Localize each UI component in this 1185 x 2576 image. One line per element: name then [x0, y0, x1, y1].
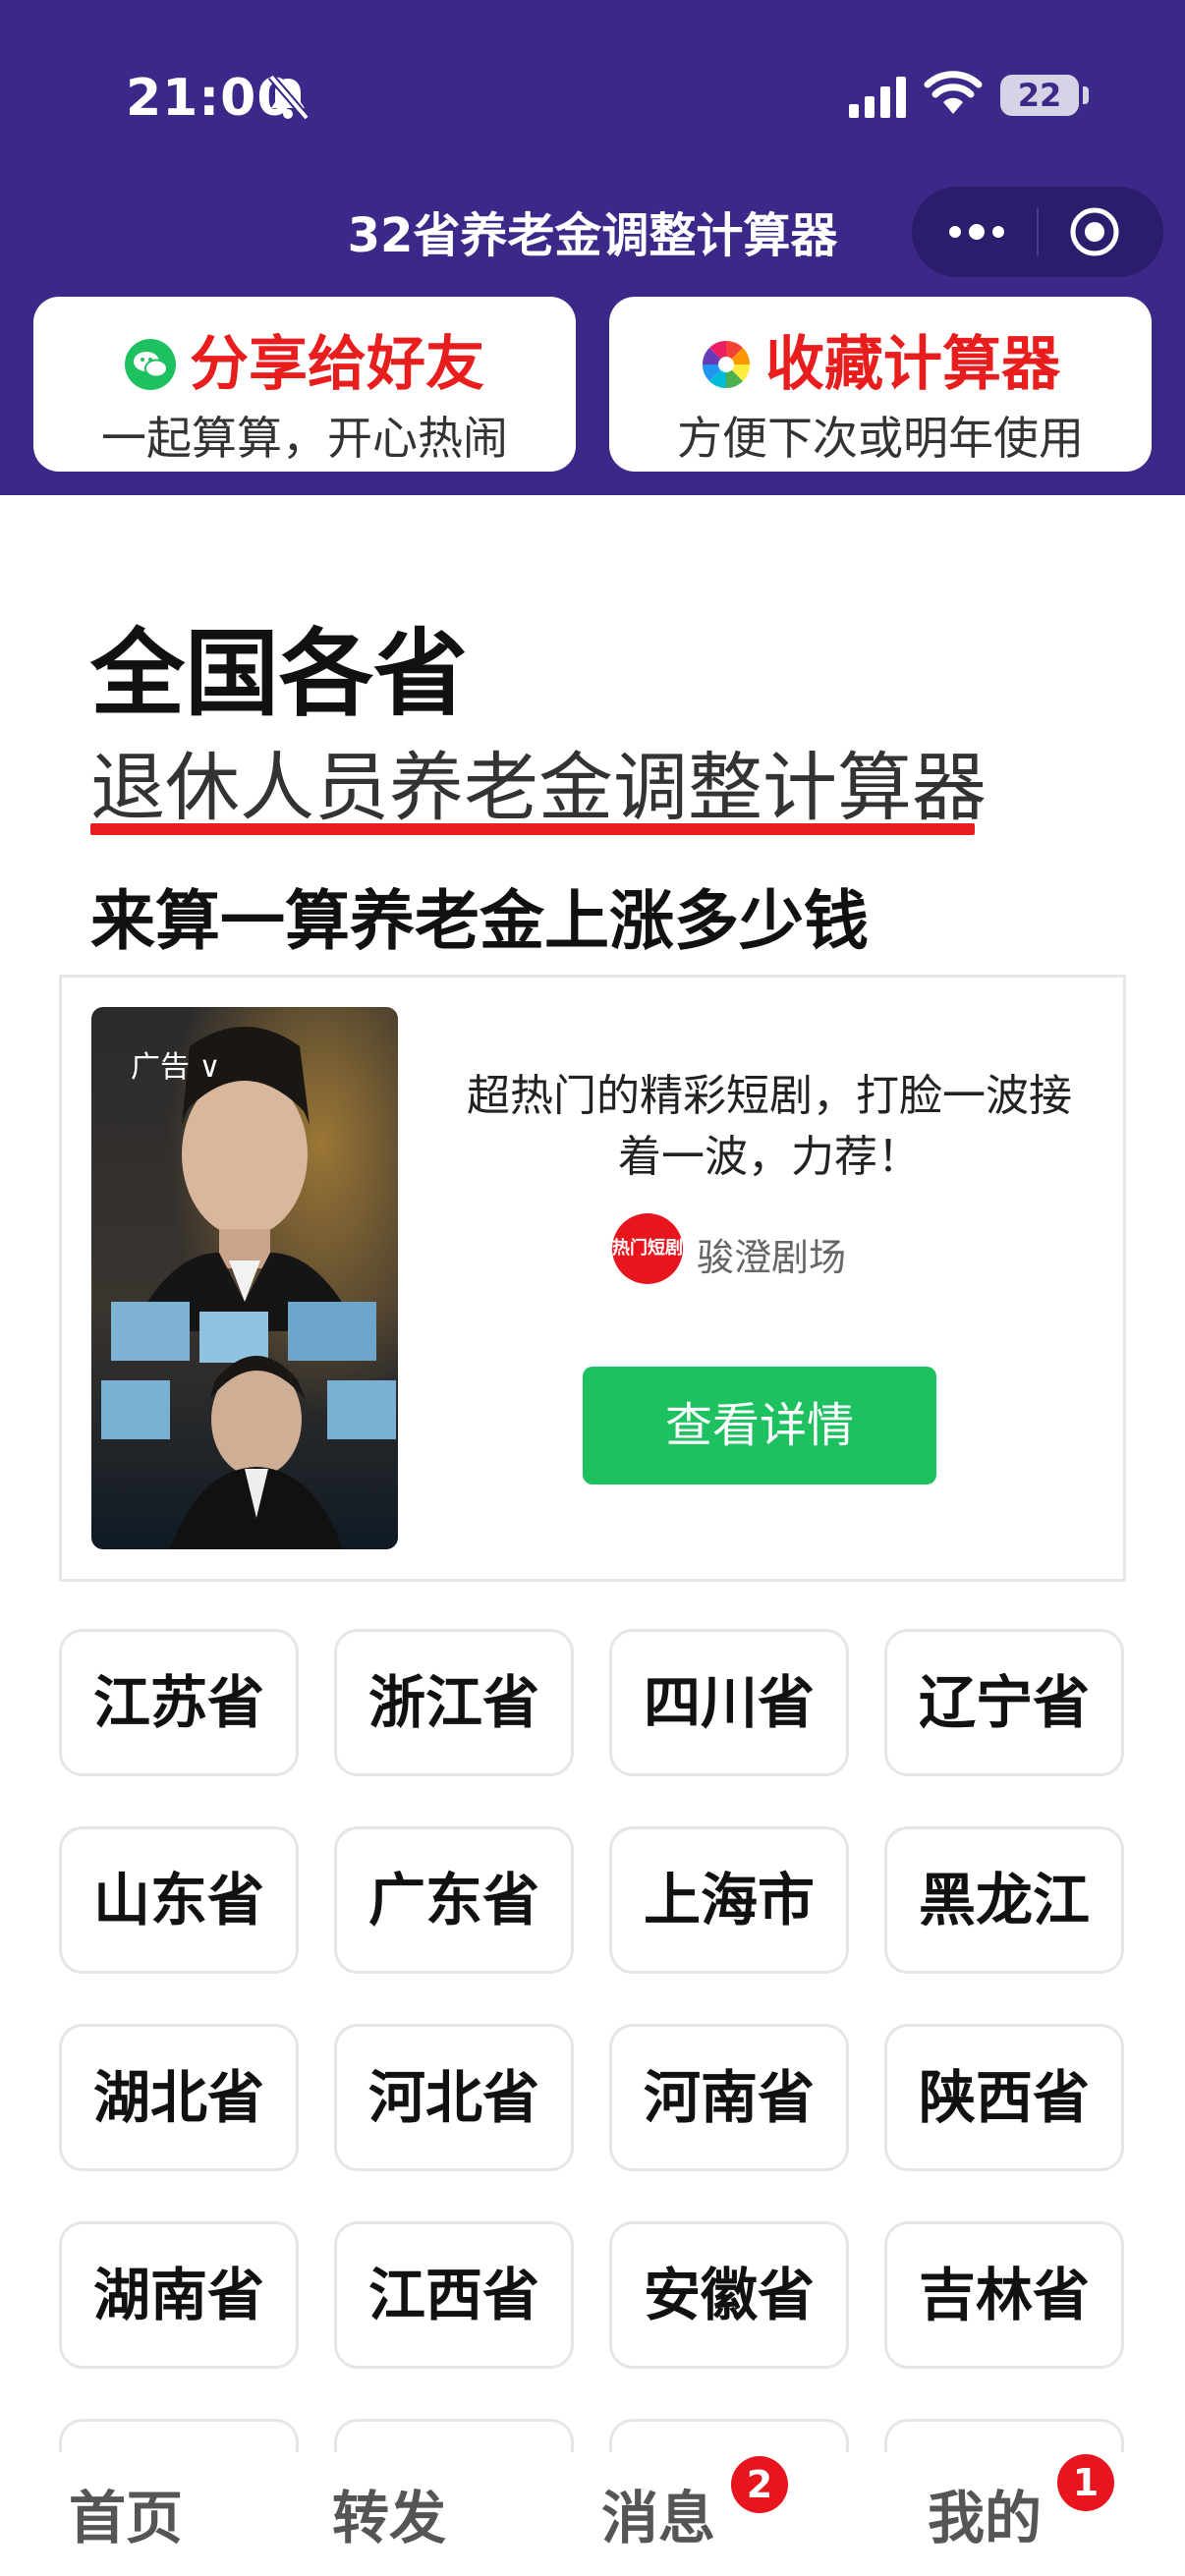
cellular-signal-icon: [849, 77, 906, 118]
hero-underline: [90, 823, 975, 835]
hero-title: 全国各省: [90, 619, 468, 729]
tab-mine[interactable]: 我的: [928, 2472, 1042, 2554]
page-title: 32省养老金调整计算器: [347, 208, 838, 263]
province-button[interactable]: 吉林省: [884, 2221, 1124, 2369]
wifi-icon: [924, 71, 983, 114]
province-button[interactable]: 黑龙江: [884, 1826, 1124, 1974]
province-button-partial[interactable]: [334, 2419, 574, 2452]
ad-label[interactable]: 广告 ∨: [131, 1042, 221, 1086]
province-button-partial[interactable]: [884, 2419, 1124, 2452]
ad-brand-name: 骏澄剧场: [697, 1236, 847, 1279]
ad-poster-illustration: [91, 1007, 398, 1549]
collect-subtitle: 方便下次或明年使用: [677, 412, 1084, 465]
tab-messages[interactable]: 消息: [601, 2472, 715, 2554]
share-friends-button[interactable]: 分享给好友 一起算算，开心热闹: [33, 297, 576, 472]
province-button[interactable]: 湖北省: [59, 2024, 299, 2171]
hero-subtitle: 退休人员养老金调整计算器: [90, 744, 987, 831]
battery-indicator: 22: [1000, 75, 1079, 116]
province-button-partial[interactable]: [609, 2419, 849, 2452]
province-button[interactable]: 陕西省: [884, 2024, 1124, 2171]
share-subtitle: 一起算算，开心热闹: [101, 412, 508, 465]
province-button[interactable]: 浙江省: [334, 1629, 574, 1776]
tab-forward[interactable]: 转发: [332, 2472, 446, 2554]
more-icon[interactable]: [945, 216, 1008, 248]
battery-level: 22: [1017, 77, 1062, 114]
bell-muted-icon: [267, 74, 310, 121]
province-button[interactable]: 四川省: [609, 1629, 849, 1776]
tab-home[interactable]: 首页: [69, 2472, 183, 2554]
share-heading: 分享给好友: [33, 316, 576, 402]
header-bar: 21:00 22 32省养老金调整计算器 分享给好友 一起算算，开心热闹 收藏计…: [0, 0, 1185, 495]
ad-image[interactable]: 广告 ∨: [91, 1007, 398, 1549]
view-details-button[interactable]: 查看详情: [583, 1367, 936, 1484]
province-button[interactable]: 湖南省: [59, 2221, 299, 2369]
ad-brand-logo: 热门短剧: [612, 1213, 683, 1284]
province-button[interactable]: 江西省: [334, 2221, 574, 2369]
collect-title: 收藏计算器: [765, 330, 1060, 399]
pinwheel-icon: [702, 340, 751, 389]
province-button[interactable]: 河南省: [609, 2024, 849, 2171]
hero-tagline: 来算一算养老金上涨多少钱: [90, 883, 869, 959]
ad-card[interactable]: 广告 ∨ 超热门的精彩短剧，打脸一波接着一波，力荐！ 热门短剧 骏澄剧场 查看详…: [59, 975, 1126, 1582]
province-button[interactable]: 山东省: [59, 1826, 299, 1974]
wechat-icon: [125, 339, 176, 390]
close-miniprogram-icon[interactable]: [1069, 206, 1120, 257]
collect-heading: 收藏计算器: [609, 316, 1152, 402]
bottom-tab-bar: 首页 转发 消息 2 我的 1: [0, 2452, 1185, 2576]
province-button[interactable]: 安徽省: [609, 2221, 849, 2369]
capsule-divider: [1037, 208, 1039, 255]
province-button[interactable]: 广东省: [334, 1826, 574, 1974]
miniprogram-capsule: [912, 187, 1163, 277]
collect-calculator-button[interactable]: 收藏计算器 方便下次或明年使用: [609, 297, 1152, 472]
ad-description: 超热门的精彩短剧，打脸一波接着一波，力荐！: [467, 1071, 1072, 1182]
messages-badge: 2: [731, 2456, 788, 2513]
province-button[interactable]: 河北省: [334, 2024, 574, 2171]
share-title: 分享给好友: [190, 330, 484, 399]
province-button-partial[interactable]: [59, 2419, 299, 2452]
province-button[interactable]: 江苏省: [59, 1629, 299, 1776]
battery-tip: [1083, 86, 1089, 104]
mine-badge: 1: [1057, 2454, 1114, 2511]
province-button[interactable]: 辽宁省: [884, 1629, 1124, 1776]
province-button[interactable]: 上海市: [609, 1826, 849, 1974]
